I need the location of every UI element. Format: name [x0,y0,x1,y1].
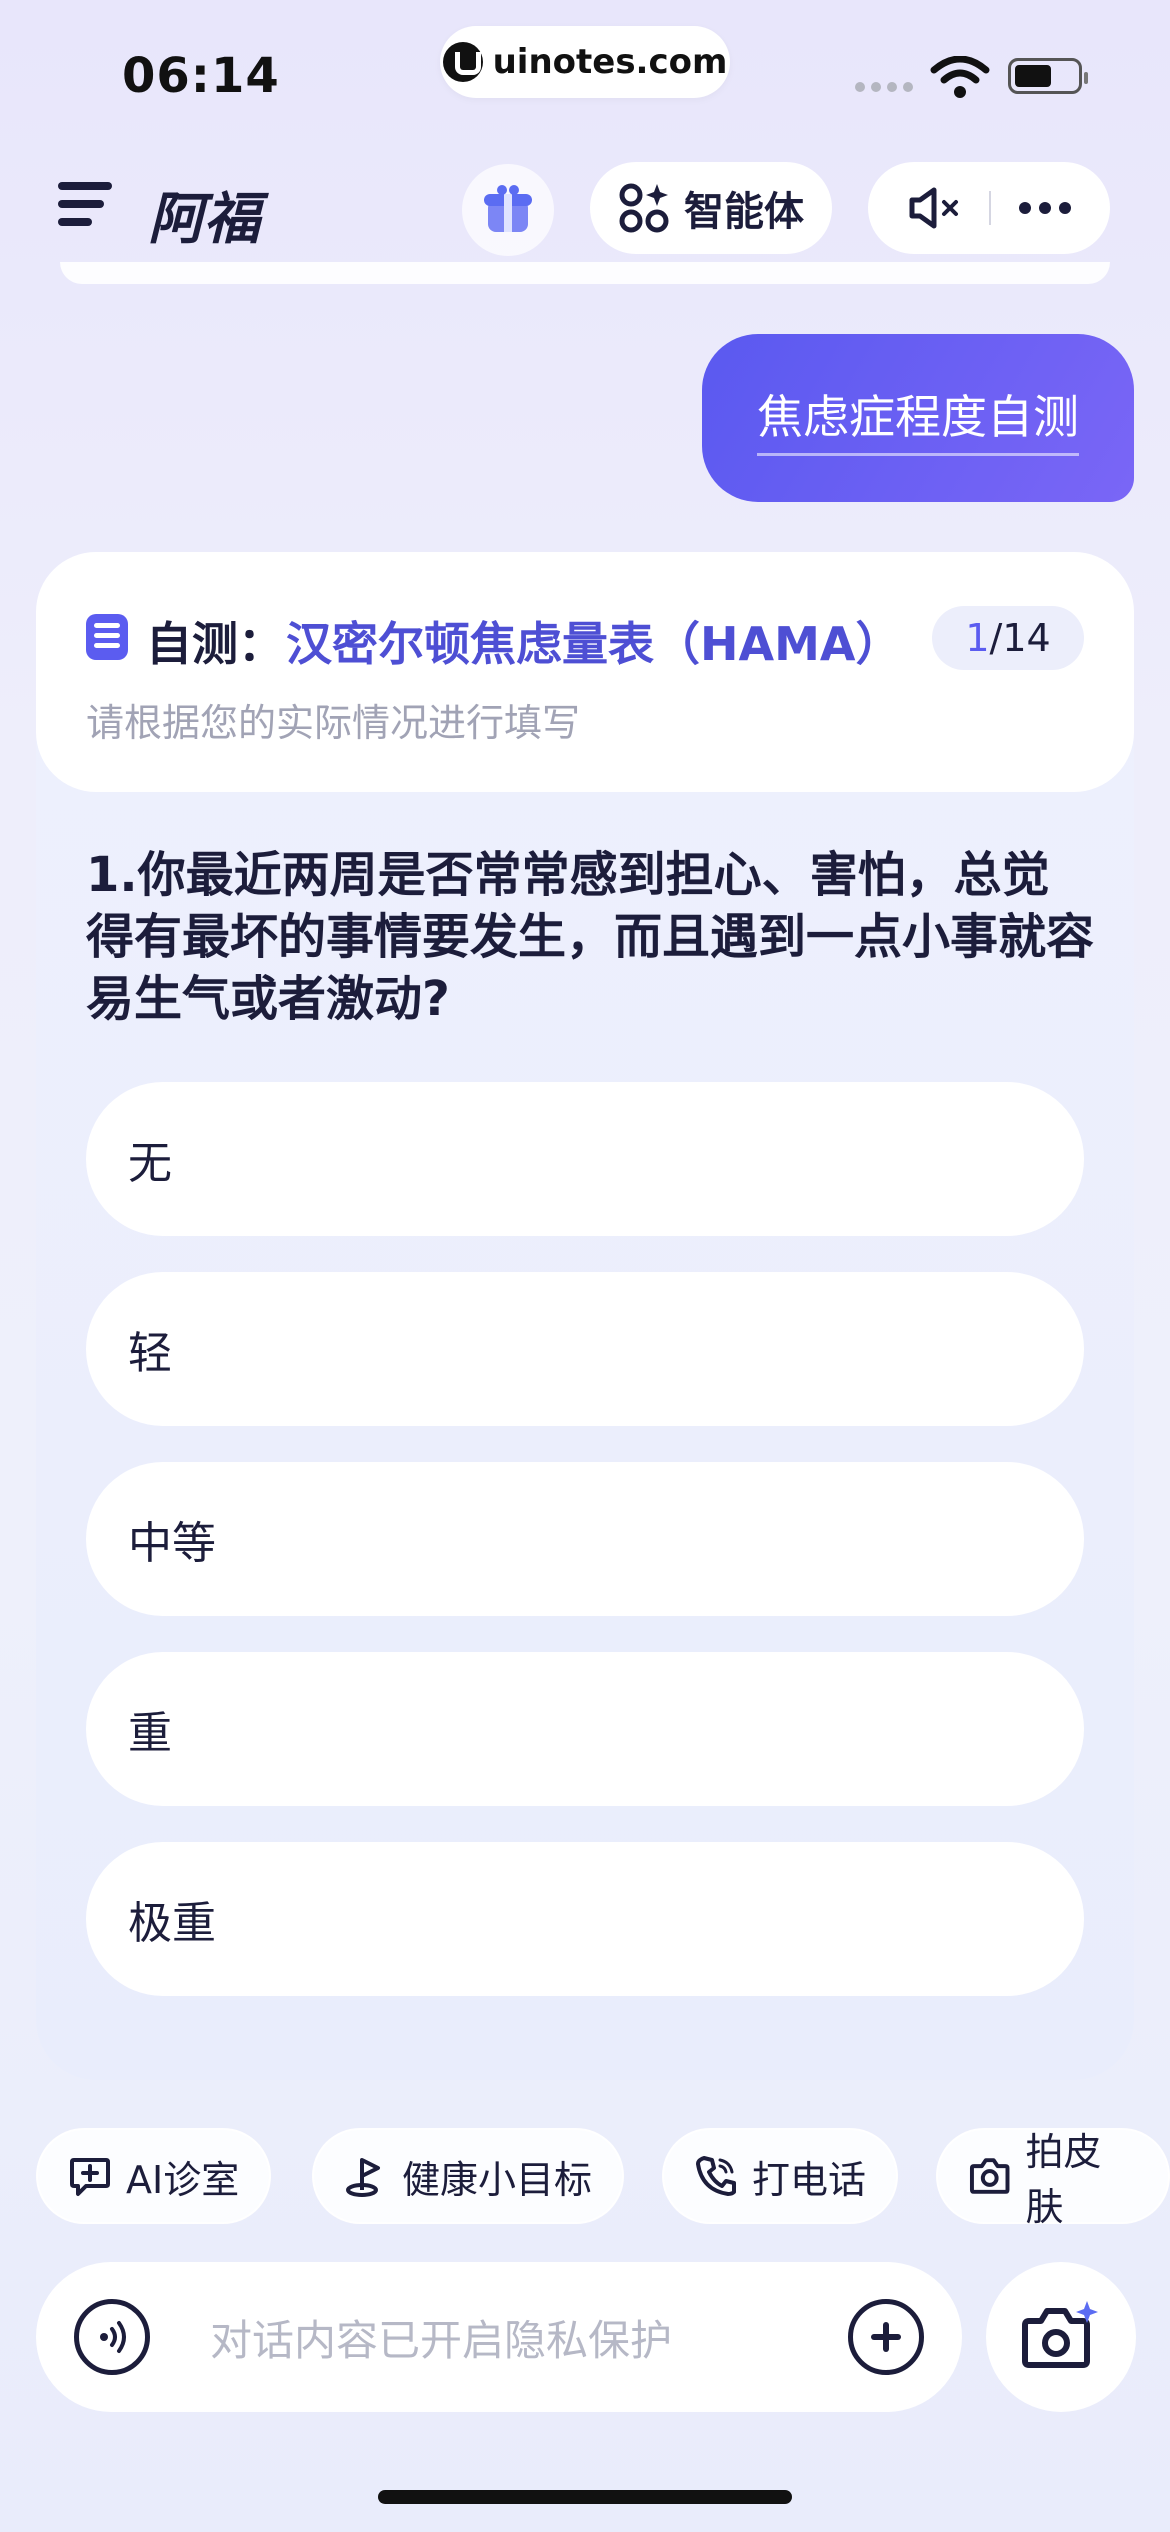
site-logo-icon [442,42,483,82]
status-time: 06:14 [122,48,280,104]
header-separator [988,191,991,225]
app-title: 阿福 [148,187,260,252]
chip-ai-clinic[interactable]: AI诊室 [36,2128,272,2224]
option-extreme[interactable]: 极重 [86,1842,1084,1996]
chip-skin-photo[interactable]: 拍皮肤 [936,2128,1170,2229]
chip-label: AI诊室 [126,2157,240,2202]
option-mild[interactable]: 轻 [86,1272,1084,1426]
chip-health-goal[interactable]: 健康小目标 [312,2128,625,2224]
quiz-name: 汉密尔顿焦虑量表（HAMA） [286,617,902,671]
agent-label: 智能体 [684,189,804,235]
gift-icon [484,185,532,232]
chip-label: 打电话 [752,2157,867,2202]
camera-sparkle-icon [1022,2301,1098,2368]
chat-input-bar: 对话内容已开启隐私保护 [36,2262,962,2412]
url-pill: uinotes.com [440,26,730,98]
option-severe[interactable]: 重 [86,1652,1084,1806]
camera-button[interactable] [986,2262,1136,2412]
option-none[interactable]: 无 [86,1082,1084,1236]
url-text: uinotes.com [492,42,728,82]
wifi-icon [930,56,990,98]
counter-separator: / [989,616,1003,660]
battery-icon [1008,58,1088,94]
document-icon [86,614,128,660]
quiz-label: 自测： [146,617,284,671]
header-actions [868,162,1110,254]
menu-icon[interactable] [58,182,112,230]
quiz-subtitle: 请根据您的实际情况进行填写 [86,701,581,745]
chip-label: 拍皮肤 [1025,2130,1102,2229]
voice-wave-icon [100,2321,126,2353]
question-counter: 1 / 14 [932,606,1084,670]
flag-icon [346,2158,380,2197]
gift-button[interactable] [462,164,554,256]
previous-message-edge [60,262,1110,284]
chat-input-field[interactable]: 对话内容已开启隐私保护 [210,2307,848,2368]
camera-icon [969,2158,1010,2194]
chip-phone-call[interactable]: 打电话 [662,2128,899,2224]
home-indicator [378,2490,792,2504]
agent-button[interactable]: 智能体 [590,162,832,254]
chat-plus-icon [70,2158,110,2196]
add-button[interactable] [848,2299,924,2375]
question-text: 1.你最近两周是否常常感到担心、害怕，总觉得有最坏的事情要发生，而且遇到一点小事… [86,847,1095,1027]
chip-label: 健康小目标 [402,2157,593,2202]
option-moderate[interactable]: 中等 [86,1462,1084,1616]
agent-grid-icon [619,183,669,233]
counter-total: 14 [1002,616,1051,660]
phone-icon [696,2156,736,2196]
mute-icon[interactable] [906,186,962,230]
counter-current: 1 [965,616,990,660]
user-message-text[interactable]: 焦虑症程度自测 [757,381,1079,456]
user-message-bubble[interactable]: 焦虑症程度自测 [702,334,1134,502]
more-icon[interactable] [1018,201,1072,215]
voice-input-button[interactable] [74,2299,150,2375]
cellular-signal-icon [855,82,913,92]
